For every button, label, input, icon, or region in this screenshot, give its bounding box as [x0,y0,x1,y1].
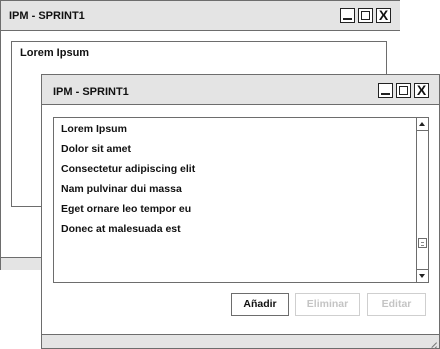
edit-button[interactable]: Editar [367,293,426,316]
scroll-thumb[interactable] [418,238,427,248]
background-window-titlebar[interactable]: IPM - SPRINT1 X [1,1,400,31]
list-item[interactable]: Lorem Ipsum [61,123,127,135]
maximize-icon[interactable] [358,8,373,23]
remove-button[interactable]: Eliminar [295,293,360,316]
vertical-scrollbar[interactable] [416,118,428,282]
close-icon[interactable]: X [414,83,429,98]
scroll-up-icon[interactable] [417,118,428,131]
list-item[interactable]: Consectetur adipiscing elit [61,163,195,175]
minimize-icon[interactable] [340,8,355,23]
background-window-title: IPM - SPRINT1 [9,10,85,22]
background-panel-label: Lorem Ipsum [20,47,90,59]
foreground-window: IPM - SPRINT1 X Lorem Ipsum Dolor sit am… [41,74,440,349]
maximize-icon[interactable] [396,83,411,98]
item-listbox[interactable]: Lorem Ipsum Dolor sit amet Consectetur a… [53,117,429,283]
background-window-statusbar [1,257,42,270]
list-item[interactable]: Eget ornare leo tempor eu [61,203,191,215]
close-icon[interactable]: X [376,8,391,23]
foreground-window-statusbar [42,334,439,348]
list-item[interactable]: Donec at malesuada est [61,223,181,235]
list-item[interactable]: Dolor sit amet [61,143,131,155]
list-item[interactable]: Nam pulvinar dui massa [61,183,182,195]
foreground-window-titlebar[interactable]: IPM - SPRINT1 X [42,75,439,105]
minimize-icon[interactable] [378,83,393,98]
foreground-window-title: IPM - SPRINT1 [53,86,129,98]
add-button[interactable]: Añadir [231,293,289,316]
scroll-down-icon[interactable] [417,269,428,282]
resize-grip-icon[interactable] [427,337,437,347]
